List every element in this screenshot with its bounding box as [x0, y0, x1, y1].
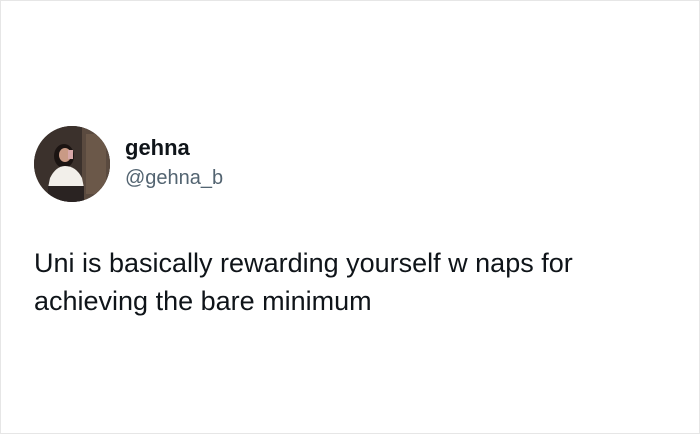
tweet-card: gehna @gehna_b Uni is basically rewardin…	[0, 0, 700, 434]
profile-avatar[interactable]	[34, 126, 110, 202]
user-names: gehna @gehna_b	[125, 134, 223, 191]
profile-photo-icon	[34, 126, 110, 202]
tweet-text: Uni is basically rewarding yourself w na…	[34, 248, 573, 316]
display-name[interactable]: gehna	[125, 134, 223, 162]
user-handle[interactable]: @gehna_b	[125, 165, 223, 191]
